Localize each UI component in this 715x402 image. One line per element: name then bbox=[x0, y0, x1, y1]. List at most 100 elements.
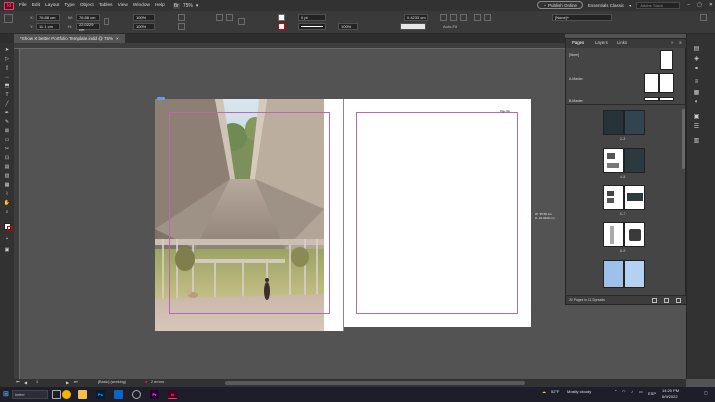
page-thumb-8[interactable] bbox=[603, 222, 624, 247]
weather-temp[interactable]: 52°F bbox=[551, 389, 560, 394]
eyedropper-tool-icon[interactable]: ⌇ bbox=[3, 190, 11, 197]
master-a[interactable]: A-Master bbox=[569, 77, 583, 81]
scale-x-field[interactable]: 100% bbox=[133, 14, 155, 21]
scale-y-field[interactable]: 100% bbox=[133, 23, 155, 30]
preflight-profile[interactable]: [Basic] (working) bbox=[98, 380, 126, 384]
master-none[interactable]: [None] bbox=[569, 53, 579, 57]
master-a-thumb-left[interactable] bbox=[644, 73, 659, 93]
page-thumb-6[interactable] bbox=[603, 185, 624, 210]
align-center-icon[interactable] bbox=[450, 14, 457, 21]
page-thumb-5[interactable] bbox=[624, 148, 645, 173]
object-style-field[interactable]: [None]+ bbox=[552, 14, 612, 21]
page-thumb-4[interactable] bbox=[603, 148, 624, 173]
tab-layers[interactable]: Layers bbox=[595, 40, 608, 45]
hand-tool-icon[interactable]: ✋ bbox=[3, 199, 11, 206]
stroke-type-field[interactable] bbox=[298, 23, 326, 30]
delete-page-icon[interactable] bbox=[676, 298, 681, 303]
page-thumb-9[interactable] bbox=[624, 222, 645, 247]
distribute-icon[interactable] bbox=[474, 14, 481, 21]
clock-time[interactable]: 14:20 PM bbox=[662, 388, 679, 393]
stroke-panel-icon[interactable]: ≡ bbox=[692, 78, 701, 86]
shear-icon[interactable] bbox=[178, 23, 185, 30]
flip-vertical-icon[interactable] bbox=[226, 14, 233, 21]
publish-online-button[interactable]: ◔ Publish Online bbox=[537, 1, 583, 9]
pen-tool-icon[interactable]: ✒ bbox=[3, 109, 11, 116]
menu-layout[interactable]: Layout bbox=[45, 3, 59, 8]
panel-divider[interactable] bbox=[566, 104, 687, 105]
menu-edit[interactable]: Edit bbox=[32, 3, 40, 8]
opacity-field[interactable]: 100% bbox=[338, 23, 358, 30]
align-left-icon[interactable] bbox=[440, 14, 447, 21]
task-view-icon[interactable] bbox=[52, 390, 61, 399]
text-frame-icon[interactable] bbox=[238, 18, 245, 25]
last-page-icon[interactable]: ⏭ bbox=[74, 380, 77, 384]
note-tool-icon[interactable]: ▦ bbox=[3, 181, 11, 188]
indesign-taskbar-icon[interactable]: Id bbox=[168, 390, 177, 399]
tab-links[interactable]: Links bbox=[617, 40, 627, 45]
battery-icon[interactable]: ▭ bbox=[639, 389, 643, 394]
direct-selection-tool-icon[interactable]: ▷ bbox=[3, 55, 11, 62]
screen-mode-icon[interactable]: ▣ bbox=[3, 246, 11, 253]
settings-gear-icon[interactable] bbox=[132, 390, 141, 399]
first-page-icon[interactable]: ⏮ bbox=[16, 380, 19, 384]
page-size-icon[interactable] bbox=[652, 298, 657, 303]
selection-handle-icon[interactable] bbox=[157, 97, 165, 100]
notification-icon[interactable]: ▢ bbox=[704, 390, 708, 395]
pages-panel-icon[interactable]: ▤ bbox=[692, 44, 701, 52]
collapse-icon[interactable]: » bbox=[671, 40, 673, 45]
new-page-icon[interactable] bbox=[664, 298, 669, 303]
page-tool-icon[interactable]: ▯ bbox=[3, 64, 11, 71]
workspace-switcher[interactable]: Essentials Classic bbox=[588, 3, 624, 8]
cc-libraries-icon[interactable]: ▣ bbox=[692, 112, 701, 120]
indesign-logo-icon[interactable]: Id bbox=[4, 1, 14, 10]
page-header-text[interactable]: Page title bbox=[500, 110, 510, 113]
page-thumb-7[interactable] bbox=[624, 185, 645, 210]
swatches-panel-icon[interactable]: ▦ bbox=[692, 88, 701, 96]
tray-chevron-icon[interactable]: ⌃ bbox=[614, 389, 617, 394]
layers-panel-icon[interactable]: ◈ bbox=[692, 54, 701, 62]
close-tab-icon[interactable]: × bbox=[116, 36, 119, 41]
height-field[interactable]: 22.0229 cm bbox=[76, 22, 100, 32]
volume-icon[interactable]: ♪ bbox=[631, 389, 633, 394]
panel-menu-icon[interactable] bbox=[700, 14, 707, 21]
page-thumb-11[interactable] bbox=[624, 260, 645, 288]
bridge-button[interactable]: Br bbox=[172, 2, 180, 9]
file-explorer-icon[interactable] bbox=[78, 390, 87, 399]
windows-start-icon[interactable]: ⊞ bbox=[3, 390, 9, 398]
gradient-tool-icon[interactable]: ▤ bbox=[3, 163, 11, 170]
links-panel-icon[interactable]: ⚭ bbox=[692, 64, 701, 72]
rectangle-frame-tool-icon[interactable]: ⊠ bbox=[3, 127, 11, 134]
width-field[interactable]: 76.88 cm bbox=[76, 14, 100, 21]
weather-icon[interactable]: ☁ bbox=[542, 389, 546, 394]
selection-tool-icon[interactable]: ➤ bbox=[3, 46, 11, 53]
pencil-tool-icon[interactable]: ✎ bbox=[3, 118, 11, 125]
autofit-label[interactable]: Auto-Fit bbox=[443, 24, 457, 29]
menu-type[interactable]: Type bbox=[64, 3, 74, 8]
line-tool-icon[interactable]: ╱ bbox=[3, 100, 11, 107]
menu-object[interactable]: Object bbox=[80, 3, 94, 8]
master-none-thumb[interactable] bbox=[660, 50, 673, 70]
error-count[interactable]: 2 errors bbox=[151, 380, 164, 384]
rotate-icon[interactable] bbox=[178, 14, 185, 21]
menu-file[interactable]: File bbox=[19, 3, 27, 8]
free-transform-tool-icon[interactable]: ⊡ bbox=[3, 154, 11, 161]
mail-icon[interactable] bbox=[114, 390, 123, 399]
gap-tool-icon[interactable]: ↔ bbox=[3, 73, 11, 80]
align-right-icon[interactable] bbox=[460, 14, 467, 21]
fill-stroke-icon[interactable] bbox=[3, 221, 12, 231]
content-collector-icon[interactable]: ⬒ bbox=[3, 82, 11, 89]
next-page-icon[interactable]: ▶ bbox=[66, 380, 69, 385]
master-a-thumb-right[interactable] bbox=[659, 73, 674, 93]
scissors-tool-icon[interactable]: ✂ bbox=[3, 145, 11, 152]
chevron-down-icon[interactable]: ▾ bbox=[196, 3, 199, 9]
properties-panel-icon[interactable]: ☰ bbox=[692, 122, 701, 130]
measure-field[interactable]: 0.4233 cm bbox=[404, 14, 428, 21]
panel-scrollbar[interactable] bbox=[682, 109, 685, 169]
zoom-level[interactable]: 75% bbox=[183, 3, 193, 9]
color-field[interactable] bbox=[400, 23, 426, 30]
zoom-control[interactable]: Br 75% ▾ bbox=[172, 2, 199, 9]
clock-date[interactable]: 6/9/2022 bbox=[662, 394, 678, 399]
text-wrap-icon[interactable]: ▥ bbox=[692, 136, 701, 144]
maximize-icon[interactable]: ▢ bbox=[697, 2, 702, 8]
page-thumb-10[interactable] bbox=[603, 260, 624, 288]
